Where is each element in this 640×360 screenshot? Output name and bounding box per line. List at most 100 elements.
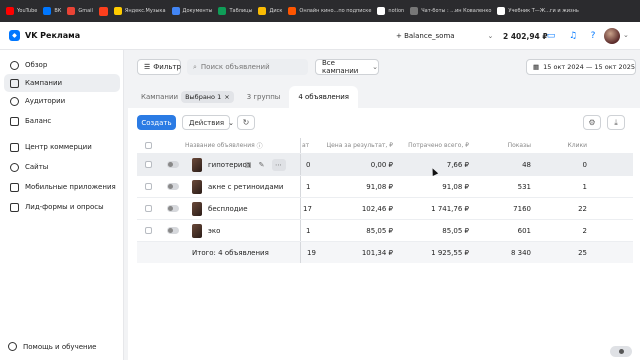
dot-icon	[618, 349, 624, 354]
sidebar-item-commerce[interactable]: Центр коммерции	[4, 138, 120, 156]
status-toggle[interactable]	[167, 227, 179, 234]
header-clicks[interactable]: Клики	[547, 138, 587, 153]
status-toggle[interactable]	[167, 183, 179, 190]
table-row[interactable]: эко 1 85,05 ₽ 85,05 ₽ 601 2	[137, 220, 633, 242]
bookmark-sheets[interactable]: Таблицы	[218, 7, 252, 15]
refresh-icon: ↻	[242, 118, 250, 127]
main-content: ☰Фильтр ⌕ Все кампании⌄ ▦15 окт 2024 — 1…	[124, 50, 640, 360]
bell-icon[interactable]: ♫	[566, 29, 580, 43]
bookmark-yandex-music[interactable]: Яндекс.Музыка	[113, 7, 166, 15]
row-checkbox[interactable]	[145, 183, 152, 190]
overview-icon	[10, 60, 19, 70]
yandex-icon	[98, 6, 108, 16]
filter-icon: ☰	[144, 63, 151, 71]
tab-groups[interactable]: 3 группы	[238, 86, 290, 108]
cell-spent: 85,05 ₽	[442, 226, 469, 235]
bookmark-notion[interactable]: notion	[377, 7, 404, 15]
bookmark-chatbots[interactable]: Чат-боты : ...ин Коваленко	[410, 7, 491, 15]
row-checkbox[interactable]	[145, 227, 152, 234]
chevron-down-icon: ⌄	[487, 32, 494, 40]
help-link[interactable]: Помощь и обучение	[8, 342, 96, 351]
cell-price: 0,00 ₽	[370, 160, 393, 169]
bookmark-gmail[interactable]: Gmail	[67, 7, 93, 15]
cell-results: 17	[303, 204, 312, 213]
tab-campaigns[interactable]: Кампании Выбрано 1 ×	[137, 91, 238, 103]
row-checkbox[interactable]	[145, 161, 152, 168]
avatar[interactable]	[604, 28, 620, 44]
help-icon[interactable]: ?	[586, 29, 600, 43]
table-row[interactable]: бесплодие 17 102,46 ₽ 1 741,76 ₽ 7160 22	[137, 198, 633, 220]
tab-ads[interactable]: 4 объявления	[289, 86, 358, 108]
brand[interactable]: VK Реклама	[0, 30, 124, 41]
kino-icon	[288, 7, 297, 15]
wallet-icon[interactable]: ▭	[544, 29, 558, 43]
header-price[interactable]: Цена за результат, ₽	[326, 138, 393, 153]
gear-icon: ⚙	[588, 118, 596, 127]
campaigns-select[interactable]: Все кампании ⌄	[315, 59, 379, 75]
bookmark-docs[interactable]: Документы	[171, 7, 212, 15]
cell-shows: 48	[522, 160, 531, 169]
table-row[interactable]: акне с ретиноидами 1 91,08 ₽ 91,08 ₽ 531…	[137, 176, 633, 198]
bookmark-kino[interactable]: Онлайн кино...по подписке	[288, 7, 371, 15]
status-toggle[interactable]	[167, 161, 179, 168]
ad-thumbnail	[192, 157, 202, 172]
ad-name[interactable]: бесплодие	[208, 198, 248, 219]
bookmark-yandex[interactable]	[98, 6, 108, 16]
actions-dropdown[interactable]: Действия ⌄	[182, 115, 234, 130]
balance-icon	[10, 116, 19, 126]
ad-thumbnail	[192, 201, 202, 216]
ad-name[interactable]: эко	[208, 220, 220, 241]
bookmark-textbook[interactable]: Учебник Т—Ж...ги и жизнь	[497, 7, 579, 15]
search-input[interactable]	[200, 63, 301, 71]
bookmark-vk[interactable]: ВК	[43, 7, 61, 15]
download-icon: ⤓	[614, 117, 618, 127]
brand-title: VK Реклама	[25, 31, 81, 40]
refresh-button[interactable]: ↻	[237, 115, 255, 130]
status-toggle[interactable]	[167, 205, 179, 212]
bookmark-drive[interactable]: Диск	[258, 7, 282, 15]
cell-shows: 531	[517, 182, 531, 191]
total-label: Итого: 4 объявления	[192, 248, 269, 257]
header-shows[interactable]: Показы	[487, 138, 531, 153]
row-checkbox[interactable]	[145, 205, 152, 212]
sidebar-item-leadforms[interactable]: Лид-формы и опросы	[4, 198, 120, 216]
cell-spent: 1 741,76 ₽	[431, 204, 469, 213]
sidebar-item-campaigns[interactable]: Кампании	[4, 74, 120, 92]
vk-video-badge[interactable]	[610, 346, 632, 357]
ad-name[interactable]: акне с ретиноидами	[208, 176, 283, 197]
download-button[interactable]: ⤓	[607, 115, 625, 130]
cell-shows: 7160	[513, 204, 531, 213]
search-icon: ⌕	[193, 62, 197, 71]
account-name: + Balance_soma	[396, 32, 455, 40]
commerce-icon	[10, 142, 19, 152]
table-row[interactable]: гипотериоз ▤ ✎ ⋯ 0 0,00 ₽ 7,66 ₽ 48 0	[137, 154, 633, 176]
header-spent[interactable]: Потрачено всего, ₽	[399, 138, 469, 153]
ads-panel: Создать Действия ⌄ ↻ ⚙ ⤓ Название объявле…	[128, 108, 640, 360]
header-name[interactable]: Название объявления ⓘ	[185, 138, 263, 153]
cell-price: 91,08 ₽	[366, 182, 393, 191]
stats-icon[interactable]: ▤	[245, 161, 252, 169]
sidebar-item-sites[interactable]: Сайты	[4, 158, 120, 176]
chevron-down-icon: ⌄	[372, 63, 378, 71]
edit-icon[interactable]: ✎	[259, 161, 265, 169]
sidebar-item-apps[interactable]: Мобильные приложения	[4, 178, 120, 196]
account-selector[interactable]: + Balance_soma ⌄	[396, 27, 493, 45]
bookmark-youtube[interactable]: YouTube	[6, 7, 37, 15]
total-spent: 1 925,55 ₽	[431, 248, 469, 257]
more-icon[interactable]: ⋯	[271, 158, 286, 171]
filter-button[interactable]: ☰ Фильтр	[137, 59, 181, 75]
table-settings-button[interactable]: ⚙	[583, 115, 601, 130]
sidebar-item-overview[interactable]: Обзор	[4, 56, 120, 74]
balance-value[interactable]: 2 402,94 ₽	[503, 27, 548, 45]
sidebar-item-audiences[interactable]: Аудитории	[4, 92, 120, 110]
chevron-down-icon[interactable]: ⌄	[623, 31, 629, 39]
close-icon[interactable]: ×	[224, 93, 229, 101]
help-icon	[8, 342, 17, 351]
date-range-picker[interactable]: ▦ 15 окт 2024 — 15 окт 2025	[526, 59, 636, 75]
select-all-checkbox[interactable]	[145, 142, 152, 149]
header-results[interactable]: ат	[302, 138, 309, 153]
drive-icon	[258, 7, 267, 15]
sidebar-item-balance[interactable]: Баланс	[4, 112, 120, 130]
create-button[interactable]: Создать	[137, 115, 176, 130]
selected-chip[interactable]: Выбрано 1 ×	[181, 91, 234, 103]
